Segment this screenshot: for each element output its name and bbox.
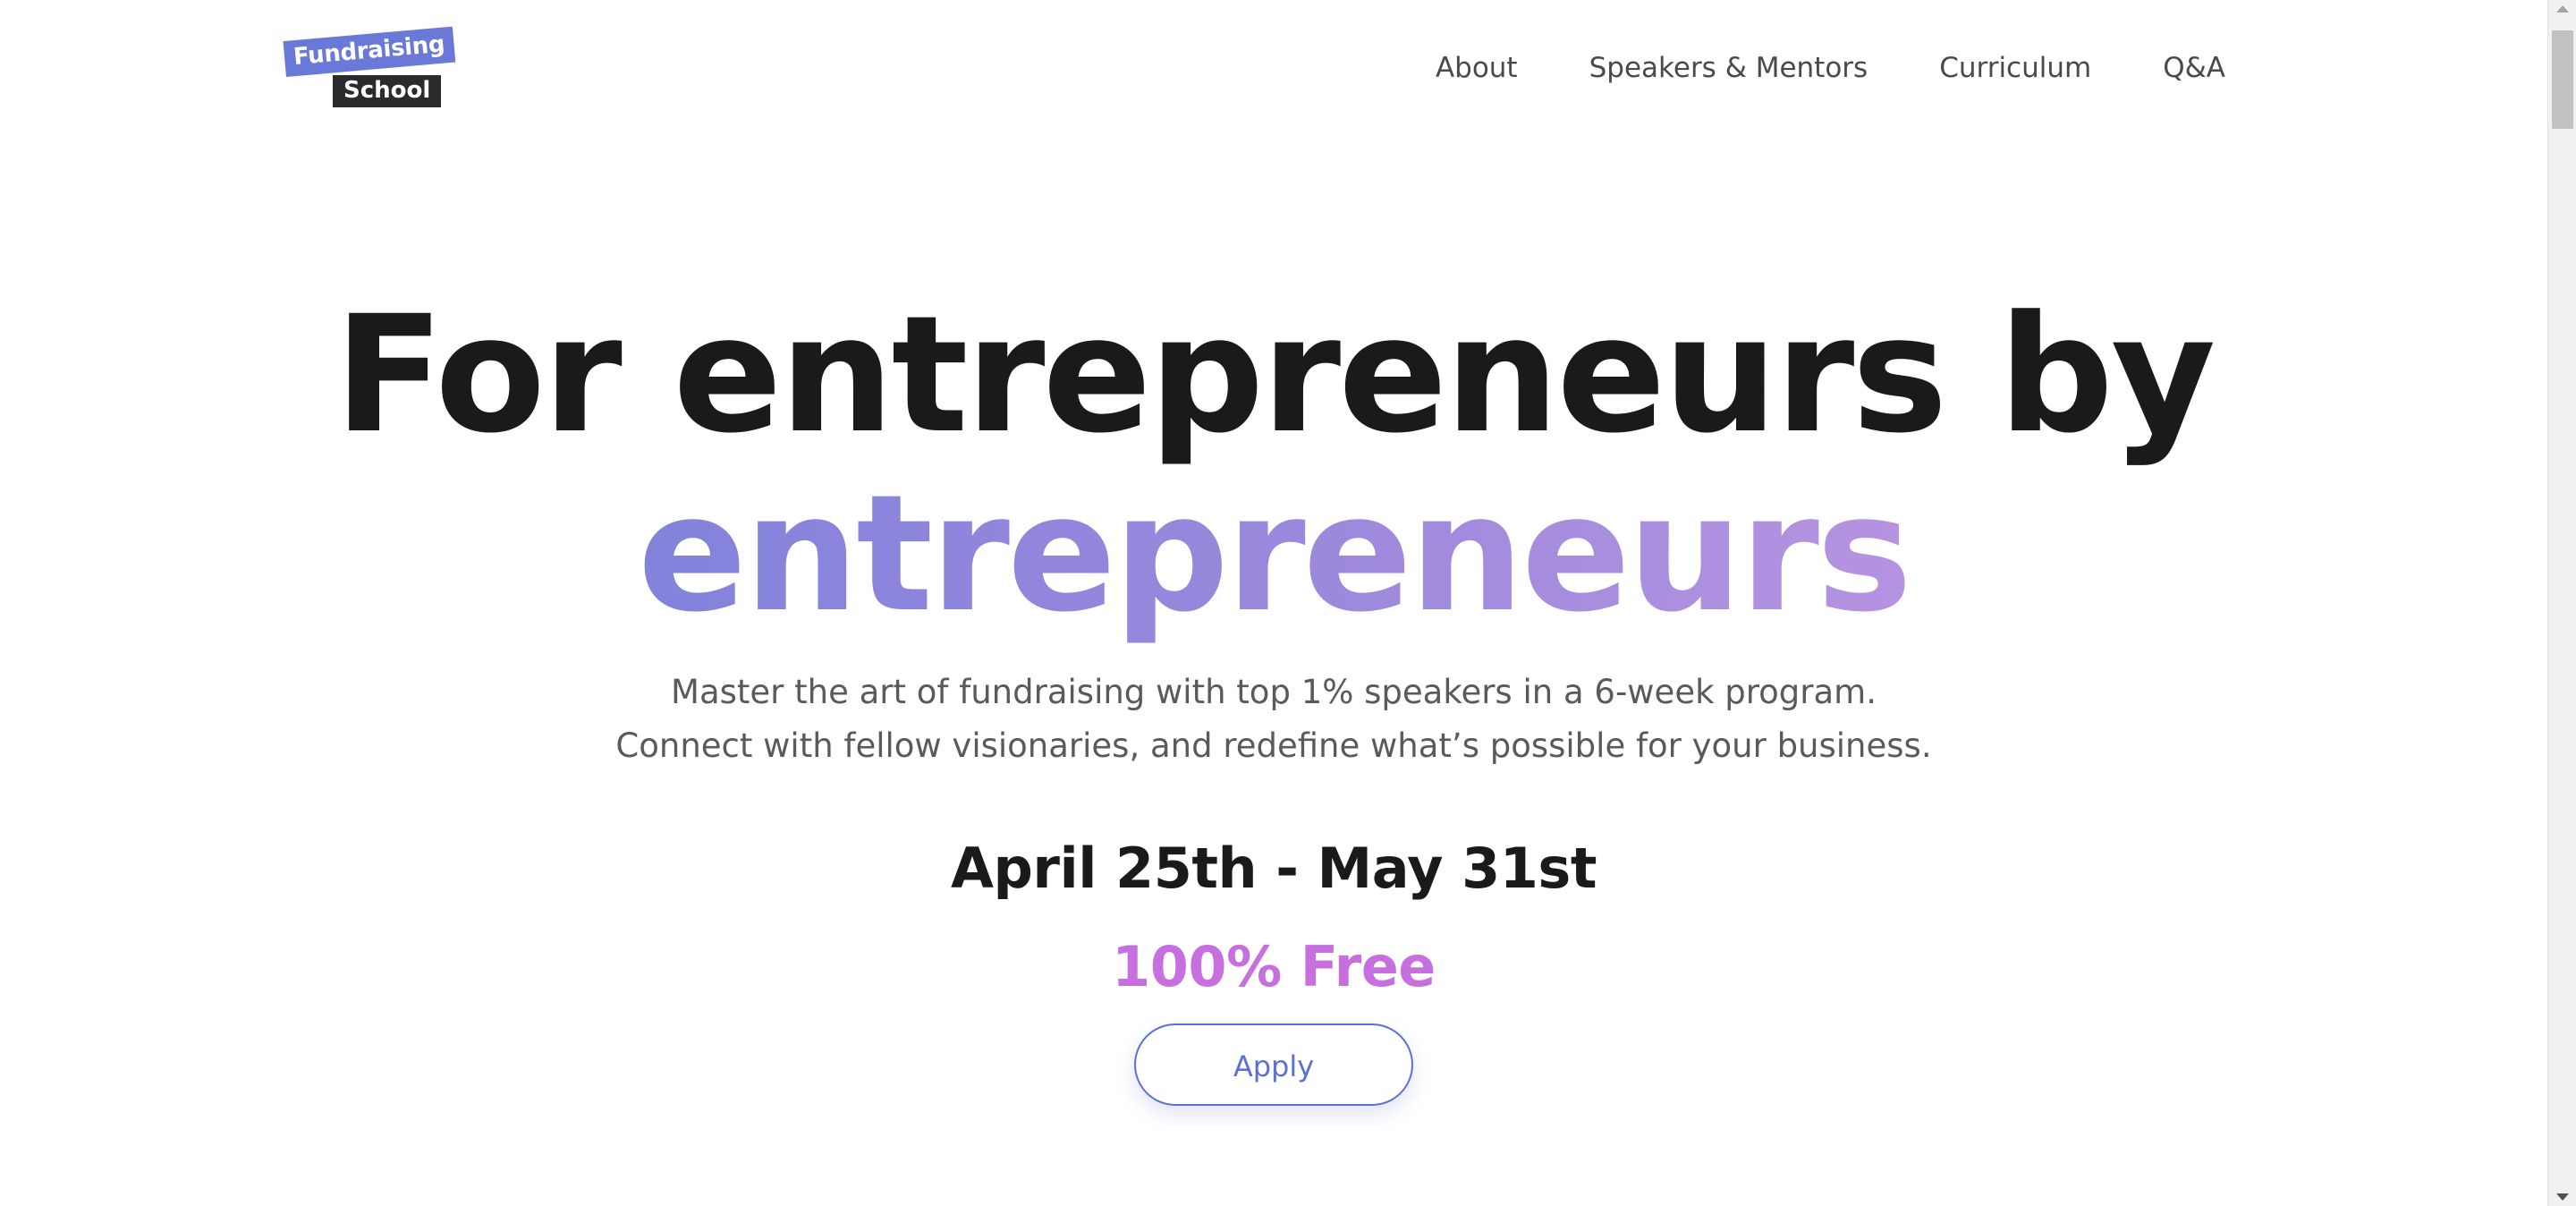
nav-item-qa[interactable]: Q&A [2163, 52, 2225, 84]
nav-item-about[interactable]: About [1436, 52, 1518, 84]
vertical-scrollbar[interactable] [2547, 0, 2576, 1206]
nav-item-curriculum[interactable]: Curriculum [1939, 52, 2091, 84]
scroll-down-arrow-icon[interactable] [2556, 1193, 2569, 1201]
hero-title-line1: For entrepreneurs by [334, 282, 2216, 469]
site-logo[interactable]: Fundraising School [283, 26, 455, 111]
hero-section: For entrepreneurs by entrepreneurs Maste… [0, 286, 2547, 1106]
program-dates: April 25th - May 31st [951, 836, 1597, 901]
scrollbar-thumb[interactable] [2552, 30, 2573, 129]
price-label: 100% Free [1112, 934, 1436, 999]
logo-text-fundraising: Fundraising [283, 26, 455, 77]
nav-item-speakers-mentors[interactable]: Speakers & Mentors [1589, 52, 1868, 84]
apply-button[interactable]: Apply [1134, 1023, 1413, 1106]
scroll-up-arrow-icon[interactable] [2556, 5, 2569, 13]
main-nav: About Speakers & Mentors Curriculum Q&A [1436, 52, 2225, 84]
page: Fundraising School About Speakers & Ment… [0, 0, 2547, 1206]
logo-text-school: School [333, 75, 442, 107]
hero-title-line2: entrepreneurs [0, 465, 2547, 644]
hero-subtitle: Master the art of fundraising with top 1… [615, 673, 1932, 765]
